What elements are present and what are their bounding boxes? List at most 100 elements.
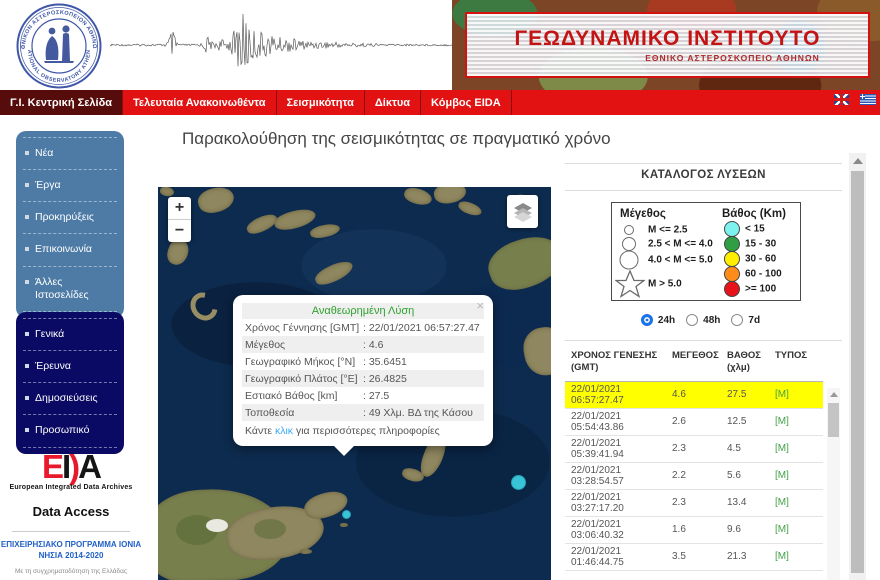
eida-logo[interactable]: EI)A xyxy=(0,450,142,483)
island xyxy=(340,523,348,527)
island xyxy=(195,187,237,217)
eida-tagline: European Integrated Data Archives xyxy=(9,484,133,491)
nav-item-eida-node[interactable]: Κόμβος EIDA xyxy=(421,90,512,115)
quake-marker[interactable] xyxy=(342,510,351,519)
nav-item-home[interactable]: Γ.Ι. Κεντρική Σελίδα xyxy=(0,90,124,115)
nav-item-networks[interactable]: Δίκτυα xyxy=(365,90,422,115)
island xyxy=(159,187,175,198)
col-header-magnitude: ΜΕΓΕΘΟΣ xyxy=(672,350,719,361)
table-row[interactable]: 22/01/2021 05:54:43.86 2.6 12.5 [M] xyxy=(565,409,823,436)
eida-letter: E xyxy=(41,448,64,485)
cell-magnitude: 4.6 xyxy=(672,389,686,401)
cell-magnitude: 2.3 xyxy=(672,497,686,509)
island-santorini xyxy=(185,287,223,326)
scroll-up-icon[interactable] xyxy=(852,158,863,164)
cell-type: [M] xyxy=(775,470,789,482)
popup-row-value: : 27.5 xyxy=(363,389,390,402)
table-row[interactable]: 22/01/2021 03:06:40.32 1.6 9.6 [M] xyxy=(565,517,823,544)
table-row[interactable]: 22/01/2021 03:27:17.20 2.3 13.4 [M] xyxy=(565,490,823,517)
magnitude-small-circle-icon xyxy=(624,225,634,235)
radio-24h[interactable] xyxy=(640,314,653,326)
institute-title-box: ΓΕΩΔΥΝΑΜΙΚΟ ΙΝΣΤΙΤΟΥΤΟ ΕΘΝΙΚΟ ΑΣΤΕΡΟΣΚΟΠ… xyxy=(465,12,870,78)
layers-button[interactable] xyxy=(507,195,538,228)
page-scrollbar[interactable] xyxy=(849,153,866,580)
magnitude-label: M <= 2.5 xyxy=(648,224,688,236)
sidebar-item-label: Έργα xyxy=(35,179,61,192)
sidebar-item-personnel[interactable]: Προσωπικό xyxy=(23,414,117,448)
depth-color-icon xyxy=(724,236,740,252)
scroll-up-icon[interactable] xyxy=(829,392,838,397)
table-scrollbar-thumb[interactable] xyxy=(828,403,839,437)
cell-depth: 21.3 xyxy=(727,551,747,563)
sidebar-item-label: Έρευνα xyxy=(35,360,71,373)
island xyxy=(309,222,341,240)
popup-row-value: : 4.6 xyxy=(363,338,384,351)
nav-item-seismicity[interactable]: Σεισμικότητα xyxy=(277,90,365,115)
cell-depth: 9.6 xyxy=(727,524,741,536)
eida-data-access-link[interactable]: Data Access xyxy=(0,504,142,519)
bullet-icon xyxy=(25,396,29,401)
page-root: ΕΘΝΙΚΟΝ ΑΣΤΕΡΟΣΚΟΠΕΙΟΝ ΑΘΗΝΩΝ NATIONAL O… xyxy=(0,0,880,580)
island xyxy=(482,227,551,299)
quake-marker[interactable] xyxy=(511,475,526,490)
cell-depth: 4.5 xyxy=(727,443,741,455)
page-scrollbar-thumb[interactable] xyxy=(851,171,864,573)
cell-time: 22/01/2021 01:46:44.75 xyxy=(571,545,624,568)
uk-flag-icon[interactable] xyxy=(834,94,849,105)
cell-magnitude: 3.5 xyxy=(672,551,686,563)
time-range-radios: 24h 48h 7d xyxy=(565,314,842,326)
bullet-icon xyxy=(25,364,29,369)
cell-time: 22/01/2021 03:27:17.20 xyxy=(571,491,624,514)
greek-flag-icon[interactable] xyxy=(860,94,876,105)
sidebar-item-label: Άλλες Ιστοσελίδες xyxy=(35,275,89,301)
table-row[interactable]: 22/01/2021 03:28:54.57 2.2 5.6 [M] xyxy=(565,463,823,490)
sidebar-item-contact[interactable]: Επικοινωνία xyxy=(23,233,117,265)
table-row[interactable]: 22/01/2021 06:57:27.47 4.6 27.5 [M] xyxy=(565,381,823,409)
eida-letter: A xyxy=(78,448,102,485)
sidebar-item-other-sites[interactable]: Άλλες Ιστοσελίδες xyxy=(23,265,117,312)
table-row[interactable]: 22/01/2021 05:39:41.94 2.3 4.5 [M] xyxy=(565,436,823,463)
more-info-link[interactable]: κλικ xyxy=(275,425,293,437)
magnitude-large-circle-icon xyxy=(619,250,639,270)
popup-row: Γεωγραφικό Μήκος [°N]: 35.6451 xyxy=(242,353,484,370)
cell-time: 22/01/2021 05:54:43.86 xyxy=(571,410,624,433)
bullet-icon xyxy=(25,151,29,155)
close-icon[interactable]: × xyxy=(476,299,484,312)
quake-popup: × Αναθεωρημένη Λύση Χρόνος Γέννησης [GMT… xyxy=(233,295,493,456)
radio-48h-label[interactable]: 48h xyxy=(703,315,720,326)
col-header-depth: ΒΑΘΟΣ (χλμ) xyxy=(727,350,761,373)
island xyxy=(312,257,356,289)
radio-48h[interactable] xyxy=(686,314,699,326)
sidebar-item-label: Επικοινωνία xyxy=(35,243,92,256)
cell-time: 22/01/2021 03:28:54.57 xyxy=(571,464,624,487)
eida-letter: ) xyxy=(69,448,80,485)
legend-depth-title: Βάθος (Km) xyxy=(722,208,786,220)
depth-color-icon xyxy=(724,266,740,282)
operational-program-link[interactable]: ΕΠΙΧΕΙΡΗΣΙΑΚΟ ΠΡΟΓΡΑΜΜΑ ΙΟΝΙΑ ΝΗΣΙΑ 2014… xyxy=(0,540,142,562)
sidebar-item-general[interactable]: Γενικά xyxy=(23,318,117,350)
popup-row-value: : 26.4825 xyxy=(363,372,407,385)
sidebar-item-publications[interactable]: Δημοσιεύσεις xyxy=(23,382,117,414)
magnitude-label: 2.5 < M <= 4.0 xyxy=(648,238,713,250)
depth-color-icon xyxy=(724,251,740,267)
magnitude-label: M > 5.0 xyxy=(648,278,682,290)
sidebar-item-research[interactable]: Έρευνα xyxy=(23,350,117,382)
zoom-out-button[interactable]: − xyxy=(168,220,191,242)
table-scrollbar[interactable] xyxy=(827,388,840,580)
radio-7d-label[interactable]: 7d xyxy=(748,315,760,326)
sidebar-item-calls[interactable]: Προκηρύξεις xyxy=(23,201,117,233)
catalog-title: ΚΑΤΑΛΟΓΟΣ ΛΥΣΕΩΝ xyxy=(641,169,766,181)
island xyxy=(520,323,551,379)
radio-7d[interactable] xyxy=(731,314,744,326)
quake-table: ΧΡΟΝΟΣ ΓΕΝΕΣΗΣ (GMT) ΜΕΓΕΘΟΣ ΒΑΘΟΣ (χλμ) Τ… xyxy=(565,346,823,571)
nav-item-announcements[interactable]: Τελευταία Ανακοινωθέντα xyxy=(123,90,277,115)
radio-24h-label[interactable]: 24h xyxy=(658,315,675,326)
seismicity-map[interactable]: + − × Αναθεωρημένη Λύση Χρόνος Γέννησης … xyxy=(158,187,551,580)
zoom-in-button[interactable]: + xyxy=(168,197,191,220)
table-row[interactable]: 22/01/2021 01:46:44.75 3.5 21.3 [M] xyxy=(565,544,823,571)
depth-label: 15 - 30 xyxy=(745,238,777,250)
sidebar-item-news[interactable]: Νέα xyxy=(23,137,117,169)
sidebar-item-projects[interactable]: Έργα xyxy=(23,169,117,201)
magnitude-label: 4.0 < M <= 5.0 xyxy=(648,254,713,266)
depth-label: 30 - 60 xyxy=(745,253,777,265)
